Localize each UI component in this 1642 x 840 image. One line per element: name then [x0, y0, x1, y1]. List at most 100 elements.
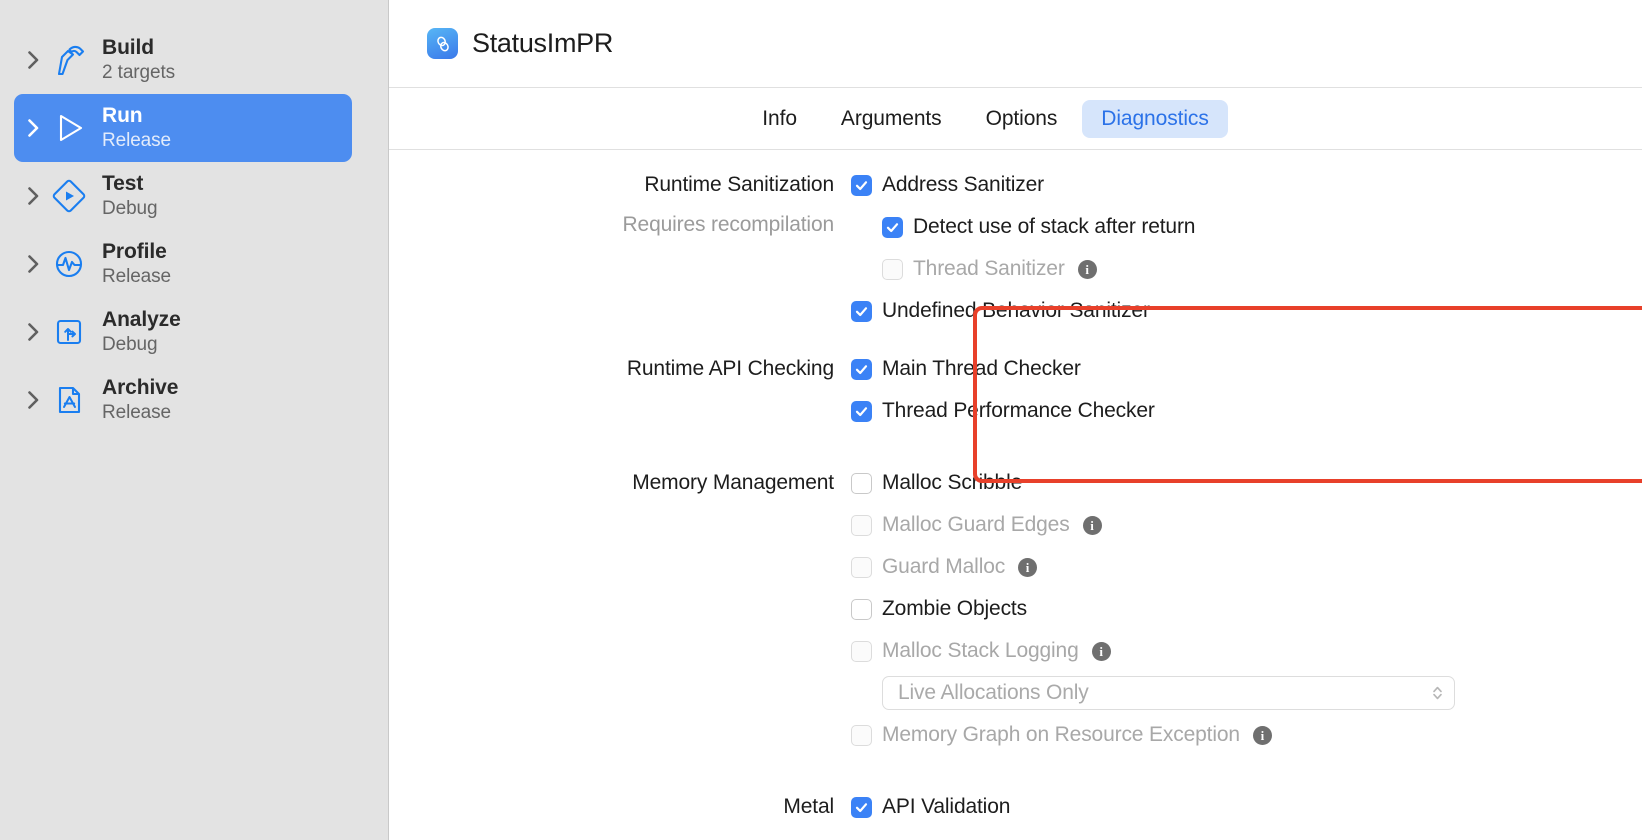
label-runtime-sanitization: Runtime Sanitization [644, 173, 834, 196]
chevron-right-icon[interactable] [20, 187, 46, 205]
field-malloc-stack-logging[interactable]: Malloc Stack Logging i [851, 630, 1642, 672]
row-undefined-behavior-sanitizer: Undefined Behavior Sanitizer [389, 290, 1642, 332]
field-zombie-objects[interactable]: Zombie Objects [851, 588, 1642, 630]
label-malloc-stack-logging: Malloc Stack Logging [882, 639, 1079, 662]
sidebar-item-profile[interactable]: Profile Release [14, 230, 352, 298]
tab-info[interactable]: Info [743, 100, 816, 138]
sidebar-item-archive-title: Archive [102, 375, 179, 399]
field-malloc-scribble[interactable]: Malloc Scribble [851, 462, 1642, 504]
sidebar-item-run-subtitle: Release [102, 129, 172, 151]
label-malloc-guard-edges: Malloc Guard Edges [882, 513, 1070, 536]
page-title: StatusImPR [472, 28, 614, 58]
sidebar-item-archive[interactable]: Archive Release [14, 366, 352, 434]
chevron-updown-icon[interactable] [1431, 684, 1444, 702]
row-thread-sanitizer: Thread Sanitizer i [389, 248, 1642, 290]
label-malloc-scribble: Malloc Scribble [882, 471, 1023, 494]
field-detect-stack-after-return[interactable]: Detect use of stack after return [851, 206, 1642, 248]
chevron-right-icon[interactable] [20, 119, 46, 137]
row-zombie-objects: Zombie Objects [389, 588, 1642, 630]
tab-arguments[interactable]: Arguments [822, 100, 961, 138]
sidebar-item-profile-subtitle: Release [102, 265, 172, 287]
row-memory-graph-on-resource-exception: Memory Graph on Resource Exception i [389, 714, 1642, 756]
sidebar-item-test-subtitle: Debug [102, 197, 158, 219]
label-address-sanitizer: Address Sanitizer [882, 173, 1045, 196]
field-undefined-behavior-sanitizer[interactable]: Undefined Behavior Sanitizer [851, 290, 1642, 332]
label-zombie-objects: Zombie Objects [882, 597, 1027, 620]
field-thread-performance-checker[interactable]: Thread Performance Checker [851, 390, 1642, 432]
analyze-icon [46, 309, 92, 355]
chevron-right-icon[interactable] [20, 323, 46, 341]
field-guard-malloc[interactable]: Guard Malloc i [851, 546, 1642, 588]
sidebar-item-run[interactable]: Run Release [14, 94, 352, 162]
hammer-icon [46, 37, 92, 83]
row-guard-malloc: Guard Malloc i [389, 546, 1642, 588]
test-diamond-icon [46, 173, 92, 219]
field-memory-graph-on-resource-exception[interactable]: Memory Graph on Resource Exception i [851, 714, 1642, 756]
row-runtime-sanitization-address: Runtime Sanitization Address Sanitizer [389, 164, 1642, 206]
checkbox-thread-sanitizer[interactable] [882, 258, 903, 280]
row-malloc-stack-logging: Malloc Stack Logging i [389, 630, 1642, 672]
info-icon-thread-sanitizer[interactable]: i [1077, 259, 1097, 279]
info-icon-guard-malloc[interactable]: i [1018, 557, 1038, 577]
label-memory-management: Memory Management [632, 471, 834, 494]
label-memory-graph-on-resource-exception: Memory Graph on Resource Exception [882, 723, 1240, 746]
label-detect-use-of-stack-after-return: Detect use of stack after return [913, 215, 1196, 238]
chevron-right-icon[interactable] [20, 391, 46, 409]
checkbox-detect-use-of-stack-after-return[interactable] [882, 216, 903, 238]
info-icon-malloc-stack-logging[interactable]: i [1091, 641, 1111, 661]
info-icon-malloc-guard-edges[interactable]: i [1082, 515, 1102, 535]
sidebar-item-build[interactable]: Build 2 targets [14, 26, 352, 94]
label-thread-performance-checker: Thread Performance Checker [882, 399, 1155, 422]
play-icon [46, 105, 92, 151]
row-runtime-sanitization-sublabel: Requires recompilation Detect use of sta… [389, 206, 1642, 248]
checkbox-zombie-objects[interactable] [851, 598, 872, 620]
scheme-detail-panel: StatusImPR Info Arguments Options Diagno… [389, 0, 1642, 840]
sidebar-item-analyze[interactable]: Analyze Debug [14, 298, 352, 366]
tab-options[interactable]: Options [967, 100, 1077, 138]
chevron-right-icon[interactable] [20, 51, 46, 69]
checkbox-undefined-behavior-sanitizer[interactable] [851, 300, 872, 322]
select-malloc-stack-logging-mode[interactable]: Live Allocations Only [882, 676, 1455, 710]
label-requires-recompilation: Requires recompilation [622, 213, 835, 236]
label-runtime-api-checking: Runtime API Checking [626, 357, 834, 380]
sidebar-item-profile-text: Profile Release [102, 240, 171, 289]
tab-diagnostics[interactable]: Diagnostics [1082, 99, 1228, 138]
checkbox-memory-graph-on-resource-exception[interactable] [851, 724, 872, 746]
field-malloc-guard-edges[interactable]: Malloc Guard Edges i [851, 504, 1642, 546]
scheme-titlebar: StatusImPR [389, 0, 1642, 88]
label-thread-sanitizer: Thread Sanitizer [913, 257, 1065, 280]
checkbox-malloc-stack-logging[interactable] [851, 640, 872, 662]
row-metal-api-validation: Metal API Validation [389, 786, 1642, 828]
row-stack-logging-mode: Live Allocations Only [389, 672, 1642, 714]
sidebar-item-test[interactable]: Test Debug [14, 162, 352, 230]
checkbox-thread-performance-checker[interactable] [851, 400, 872, 422]
sidebar-item-build-title: Build [102, 35, 154, 59]
scheme-tabbar: Info Arguments Options Diagnostics [389, 88, 1642, 150]
sidebar-item-archive-subtitle: Release [102, 401, 172, 423]
chevron-right-icon[interactable] [20, 255, 46, 273]
sidebar-item-run-text: Run Release [102, 104, 171, 153]
sidebar-item-analyze-subtitle: Debug [102, 333, 158, 355]
sidebar-item-archive-text: Archive Release [102, 376, 178, 425]
checkbox-malloc-scribble[interactable] [851, 472, 872, 494]
diagnostics-settings: Runtime Sanitization Address Sanitizer R… [389, 150, 1642, 828]
checkbox-main-thread-checker[interactable] [851, 358, 872, 380]
field-api-validation[interactable]: API Validation [851, 786, 1642, 828]
field-stack-logging-mode[interactable]: Live Allocations Only [851, 672, 1642, 714]
field-thread-sanitizer[interactable]: Thread Sanitizer i [851, 248, 1642, 290]
checkbox-address-sanitizer[interactable] [851, 174, 872, 196]
archive-icon [46, 377, 92, 423]
field-address-sanitizer[interactable]: Address Sanitizer [851, 164, 1642, 206]
sidebar-item-profile-title: Profile [102, 239, 167, 263]
sidebar-item-analyze-title: Analyze [102, 307, 181, 331]
info-icon-memory-graph-on-resource-exception[interactable]: i [1252, 725, 1272, 745]
field-main-thread-checker[interactable]: Main Thread Checker [851, 348, 1642, 390]
checkbox-malloc-guard-edges[interactable] [851, 514, 872, 536]
select-value-stack-logging-mode: Live Allocations Only [898, 681, 1089, 704]
checkbox-guard-malloc[interactable] [851, 556, 872, 578]
sidebar-item-run-title: Run [102, 103, 143, 127]
checkbox-api-validation[interactable] [851, 796, 872, 818]
sidebar-item-build-text: Build 2 targets [102, 36, 175, 85]
